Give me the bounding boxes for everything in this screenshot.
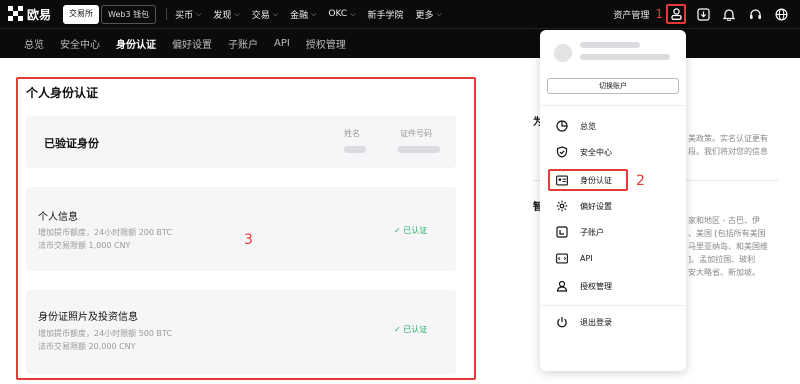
- avatar: [554, 44, 572, 62]
- tab-overview[interactable]: 总览: [24, 36, 44, 51]
- nav-discover[interactable]: 发现 ⌵: [213, 8, 239, 21]
- gear-icon: [556, 200, 568, 212]
- id-photo-title: 身份证照片及投资信息: [38, 312, 138, 323]
- switch-account-button[interactable]: 切换账户: [547, 78, 679, 94]
- masked-username: [580, 42, 640, 48]
- tab-preferences[interactable]: 偏好设置: [172, 36, 212, 51]
- user-account-button[interactable]: [666, 4, 686, 24]
- masked-id-number: [398, 146, 440, 153]
- personal-info-fiat-limit: 法币交易限额 1,000 CNY: [38, 241, 131, 250]
- tab-exchange[interactable]: 交易所: [63, 4, 100, 24]
- download-icon[interactable]: [696, 7, 710, 21]
- nav-okc[interactable]: OKC ⌵: [328, 9, 355, 19]
- page-title: 个人身份认证: [26, 86, 99, 100]
- tab-security-center[interactable]: 安全中心: [60, 36, 100, 51]
- personal-info-limit: 增加提币额度，24小时限额 200 BTC: [38, 228, 173, 237]
- id-photo-status: ✓ 已认证: [394, 325, 428, 334]
- info-text-b4: ]、孟加拉国、玻利: [688, 255, 756, 264]
- nav-academy[interactable]: 新手学院: [368, 8, 404, 21]
- annotation-1: 1: [655, 7, 663, 21]
- chevron-down-icon: ⌵: [350, 9, 356, 18]
- check-icon: ✓: [394, 325, 404, 334]
- power-icon: [556, 316, 568, 328]
- chevron-down-icon: ⌵: [436, 9, 442, 18]
- annotation-3: 3: [244, 232, 253, 248]
- product-switch: 交易所 Web3 钱包: [63, 4, 157, 24]
- personal-info-status: ✓ 已认证: [394, 226, 428, 235]
- globe-icon[interactable]: [774, 7, 788, 21]
- menu-item-security[interactable]: 安全中心: [556, 143, 676, 161]
- nav-divider: [166, 8, 168, 20]
- verified-identity-card: 已验证身份 姓名 证件号码: [26, 116, 456, 168]
- brand-name: 欧易: [27, 7, 52, 22]
- top-navbar: 欧易 交易所 Web3 钱包 买币 ⌵ 发现 ⌵ 交易 ⌵ 金融 ⌵ OKC ⌵ 新手学院…: [0, 0, 800, 28]
- name-label: 姓名: [344, 129, 360, 138]
- nav-more[interactable]: 更多 ⌵: [416, 8, 442, 21]
- api-icon: [556, 252, 568, 264]
- tab-web3-wallet[interactable]: Web3 钱包: [101, 4, 157, 24]
- dropdown-divider: [540, 105, 686, 106]
- id-photo-card[interactable]: 身份证照片及投资信息 增加提币额度，24小时限额 500 BTC 法币交易限额 …: [26, 290, 456, 374]
- personal-info-card[interactable]: 个人信息 增加提币额度，24小时限额 200 BTC 法币交易限额 1,000 …: [26, 187, 456, 271]
- id-photo-limit: 增加提币额度，24小时限额 500 BTC: [38, 329, 173, 338]
- annotation-2: 2: [636, 173, 645, 189]
- menu-item-sub-accounts[interactable]: 子账户: [556, 223, 676, 241]
- tab-sub-accounts[interactable]: 子账户: [228, 36, 258, 51]
- brand-logo[interactable]: 欧易: [8, 6, 51, 23]
- info-text-a2: 段。我们将对您的信息: [688, 147, 768, 156]
- menu-item-logout[interactable]: 退出登录: [556, 313, 676, 331]
- account-dropdown: 切换账户 总览 安全中心 身份认证 偏好设置 子账户 API 授权管理 退出登录: [540, 30, 686, 371]
- dropdown-divider: [540, 305, 686, 306]
- user-key-icon: [556, 280, 568, 292]
- chevron-down-icon: ⌵: [234, 9, 240, 18]
- nav-trade[interactable]: 交易 ⌵: [252, 8, 278, 21]
- nav-finance[interactable]: 金融 ⌵: [290, 8, 316, 21]
- info-text-b1: 家和地区 - 古巴、伊: [688, 216, 760, 225]
- chevron-down-icon: ⌵: [311, 9, 317, 18]
- verified-identity-title: 已验证身份: [44, 137, 99, 150]
- menu-item-authorization[interactable]: 授权管理: [556, 277, 676, 295]
- check-icon: ✓: [394, 226, 404, 235]
- shield-icon: [556, 146, 568, 158]
- chevron-down-icon: ⌵: [196, 9, 202, 18]
- menu-item-overview[interactable]: 总览: [556, 117, 676, 135]
- info-text-b3: 马里亚纳岛、和美国维: [688, 242, 768, 251]
- bell-icon[interactable]: [722, 7, 736, 21]
- topbar-right: 资产管理 1: [613, 0, 800, 28]
- tab-api[interactable]: API: [274, 38, 290, 49]
- tab-authorization[interactable]: 授权管理: [306, 36, 346, 51]
- menu-item-preferences[interactable]: 偏好设置: [556, 197, 676, 215]
- id-number-label: 证件号码: [400, 129, 432, 138]
- annotation-highlight-2: [548, 169, 628, 191]
- info-text-a1: 美政策。实名认证更有: [688, 134, 768, 143]
- sub-account-icon: [556, 226, 568, 238]
- id-photo-fiat-limit: 法币交易限额 20,000 CNY: [38, 342, 136, 351]
- pie-chart-icon: [556, 120, 568, 132]
- info-text-b5: 安大略省、新加坡。: [688, 268, 760, 277]
- masked-name: [344, 146, 366, 153]
- nav-buy-crypto[interactable]: 买币 ⌵: [175, 8, 201, 21]
- user-icon: [670, 8, 682, 20]
- tab-identity-verification[interactable]: 身份认证: [116, 36, 156, 51]
- masked-uid: [580, 54, 670, 60]
- chevron-down-icon: ⌵: [272, 9, 279, 18]
- asset-management-link[interactable]: 资产管理: [613, 8, 649, 21]
- headset-icon[interactable]: [748, 7, 762, 21]
- okx-logo-icon: [8, 6, 24, 22]
- personal-info-title: 个人信息: [38, 212, 78, 223]
- menu-item-api[interactable]: API: [556, 249, 676, 267]
- info-text-b2: 、美国 [包括所有美国: [688, 229, 766, 238]
